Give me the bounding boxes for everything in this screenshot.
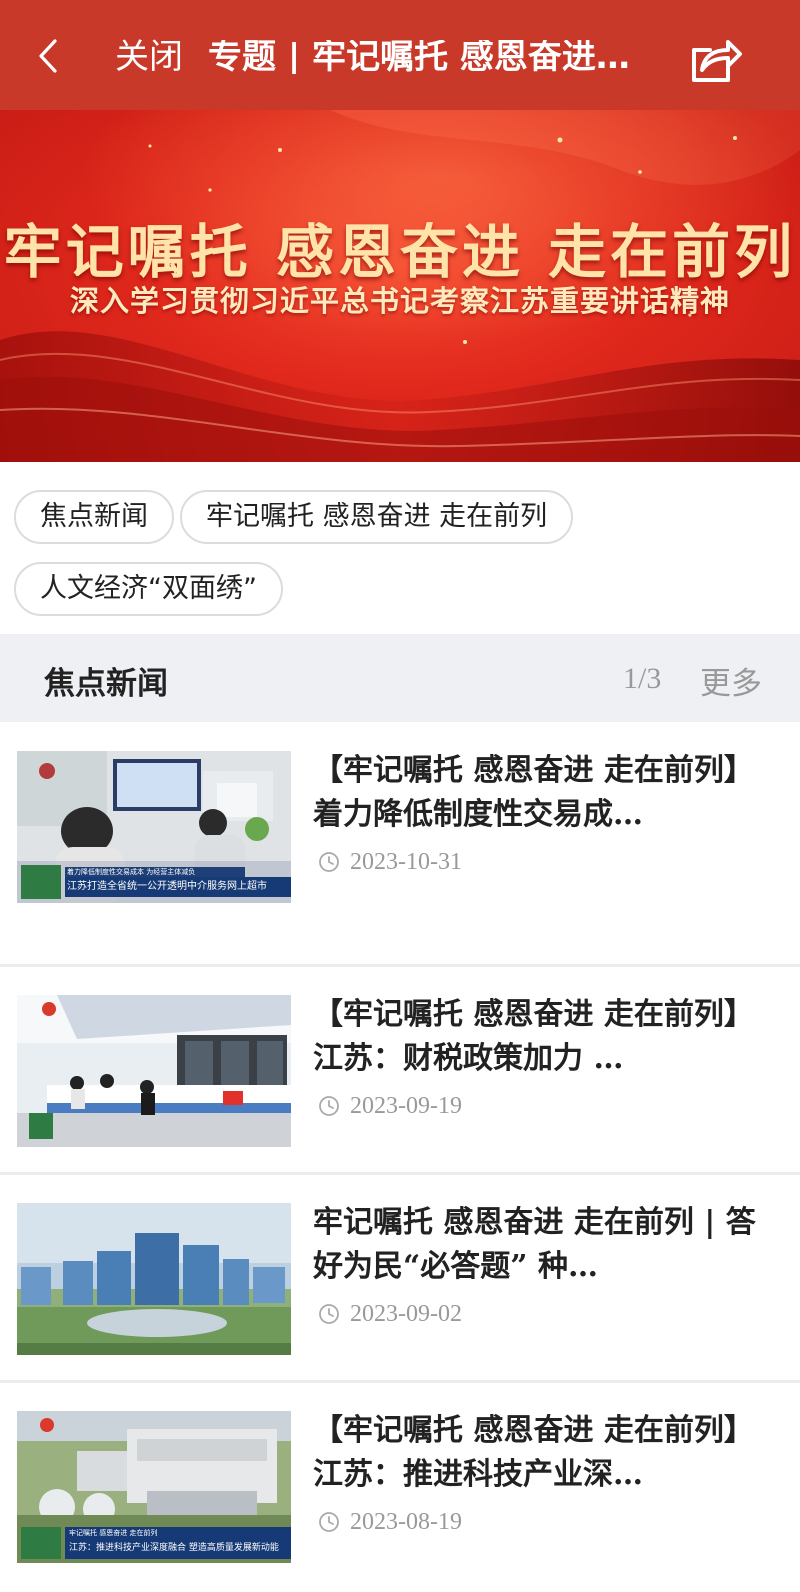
clock-icon — [319, 1304, 339, 1324]
thumb-caption-top: 着力降低制度性交易成本 为经营主体减负 — [67, 868, 196, 876]
top-nav-bar: 关闭 专题 | 牢记嘱托 感恩奋进… — [0, 0, 800, 110]
news-thumbnail — [17, 995, 291, 1147]
news-item[interactable]: 牢记嘱托 感恩奋进 走在前列 | 答好为民“必答题” 种… 2023-09-02 — [0, 1175, 800, 1383]
news-headline: 【牢记嘱托 感恩奋进 走在前列】江苏：财税政策加力 … — [313, 997, 754, 1076]
tag-culture-economy[interactable]: 人文经济“双面绣” — [14, 562, 283, 616]
news-thumbnail: 牢记嘱托 感恩奋进 走在前列 江苏：推进科技产业深度融合 塑造高质量发展新动能 — [17, 1411, 291, 1563]
share-button[interactable] — [688, 36, 748, 88]
news-date-row: 2023-10-31 — [318, 847, 462, 877]
thumb-caption: 江苏打造全省统一公开透明中介服务网上超市 — [67, 881, 267, 892]
back-icon — [39, 39, 57, 73]
banner-subtitle: 深入学习贯彻习近平总书记考察江苏重要讲话精神 — [69, 284, 730, 318]
news-item[interactable]: 着力降低制度性交易成本 为经营主体减负 江苏打造全省统一公开透明中介服务网上超市… — [0, 722, 800, 967]
thumb-caption: 江苏：推进科技产业深度融合 塑造高质量发展新动能 — [69, 1543, 279, 1553]
clock-icon — [319, 1512, 339, 1532]
news-date: 2023-08-19 — [350, 1508, 462, 1535]
news-date-row: 2023-09-19 — [318, 1091, 462, 1121]
news-date: 2023-09-19 — [350, 1092, 462, 1119]
topic-banner: 牢记嘱托 感恩奋进 走在前列 深入学习贯彻习近平总书记考察江苏重要讲话精神 — [0, 110, 800, 462]
news-headline: 【牢记嘱托 感恩奋进 走在前列】江苏：推进科技产业深… — [313, 1413, 754, 1492]
news-thumbnail — [17, 1203, 291, 1355]
clock-icon — [319, 1096, 339, 1116]
section-header: 焦点新闻 1/3 更多 — [0, 634, 800, 722]
news-item[interactable]: 【牢记嘱托 感恩奋进 走在前列】江苏：财税政策加力 … 2023-09-19 — [0, 967, 800, 1175]
news-date-row: 2023-08-19 — [318, 1507, 462, 1537]
clock-icon — [319, 852, 339, 872]
news-date-row: 2023-09-02 — [318, 1299, 462, 1329]
news-item[interactable]: 牢记嘱托 感恩奋进 走在前列 江苏：推进科技产业深度融合 塑造高质量发展新动能 … — [0, 1383, 800, 1592]
section-title: 焦点新闻 — [44, 666, 168, 702]
tag-focus-news[interactable]: 焦点新闻 — [14, 490, 174, 544]
share-icon — [692, 40, 742, 82]
more-link[interactable]: 更多 — [700, 658, 762, 703]
news-date: 2023-09-02 — [350, 1300, 462, 1327]
news-thumbnail: 着力降低制度性交易成本 为经营主体减负 江苏打造全省统一公开透明中介服务网上超市 — [17, 751, 291, 903]
back-button[interactable] — [28, 36, 68, 76]
tag-mission[interactable]: 牢记嘱托 感恩奋进 走在前列 — [180, 490, 574, 544]
banner-title: 牢记嘱托 感恩奋进 走在前列 — [3, 218, 797, 286]
news-headline: 牢记嘱托 感恩奋进 走在前列 | 答好为民“必答题” 种… — [313, 1205, 756, 1284]
news-headline: 【牢记嘱托 感恩奋进 走在前列】着力降低制度性交易成… — [313, 753, 754, 832]
page-indicator: 1/3 — [623, 662, 662, 695]
page-title: 专题 | 牢记嘱托 感恩奋进… — [208, 40, 630, 74]
close-button[interactable]: 关闭 — [115, 40, 183, 74]
news-date: 2023-10-31 — [350, 848, 462, 875]
thumb-caption-top: 牢记嘱托 感恩奋进 走在前列 — [69, 1529, 158, 1537]
